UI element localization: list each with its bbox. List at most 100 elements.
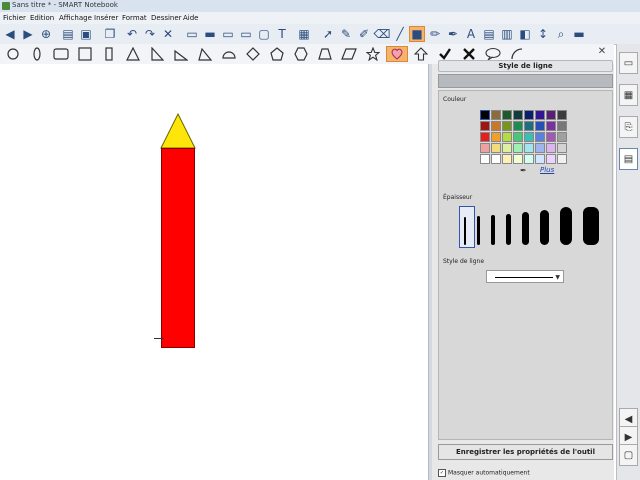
thickness-option[interactable] xyxy=(583,207,599,245)
color-swatch[interactable] xyxy=(535,110,545,120)
text-tool-icon[interactable]: A xyxy=(463,26,479,42)
color-swatch[interactable] xyxy=(557,110,567,120)
line-style-dropdown[interactable]: ▼ xyxy=(486,270,564,283)
forward-icon[interactable]: ▶ xyxy=(20,26,36,42)
thickness-option[interactable] xyxy=(522,212,529,245)
attachments-tab[interactable]: ⎘ xyxy=(619,116,638,138)
save-icon[interactable]: ▣ xyxy=(78,26,94,42)
color-swatch[interactable] xyxy=(513,110,523,120)
auto-hide-option[interactable]: ✓ Masquer automatiquement xyxy=(438,469,530,477)
page-sorter-tab[interactable]: ▭ xyxy=(619,52,638,74)
save-tool-properties-button[interactable]: Enregistrer les propriétés de l'outil xyxy=(438,444,613,460)
add-page-icon[interactable]: ⊕ xyxy=(38,26,54,42)
color-swatch[interactable] xyxy=(502,121,512,131)
menu-affichage[interactable]: Affichage xyxy=(59,14,92,22)
color-swatch[interactable] xyxy=(502,143,512,153)
fill-effects-tab[interactable] xyxy=(438,74,613,88)
fill-icon[interactable]: ✒ xyxy=(445,26,461,42)
color-swatch[interactable] xyxy=(491,143,501,153)
color-swatch[interactable] xyxy=(546,121,556,131)
color-swatch[interactable] xyxy=(480,154,490,164)
shape-tall-rect-icon[interactable] xyxy=(98,46,120,62)
color-swatch[interactable] xyxy=(557,143,567,153)
color-swatch[interactable] xyxy=(557,121,567,131)
line-icon[interactable]: ╱ xyxy=(392,26,408,42)
shape-parallelogram-icon[interactable] xyxy=(338,46,360,62)
color-swatch[interactable] xyxy=(513,143,523,153)
table-icon[interactable]: ▦ xyxy=(296,26,312,42)
back-icon[interactable]: ◀ xyxy=(2,26,18,42)
line-style-tab[interactable]: Style de ligne xyxy=(438,60,613,72)
drawn-triangle[interactable] xyxy=(160,113,196,149)
thickness-option[interactable] xyxy=(540,210,549,245)
move-toolbar-icon[interactable]: ↕ xyxy=(535,26,551,42)
drawn-rectangle[interactable] xyxy=(161,148,195,348)
thickness-option[interactable] xyxy=(491,215,495,245)
shape-triangle-icon[interactable] xyxy=(122,46,144,62)
shape-hexagon-icon[interactable] xyxy=(290,46,312,62)
magnifier-icon[interactable]: ⌕ xyxy=(553,26,569,42)
open-folder-icon[interactable]: ▤ xyxy=(60,26,76,42)
color-swatch[interactable] xyxy=(524,132,534,142)
shape-right-triangle-icon[interactable] xyxy=(146,46,168,62)
color-swatch[interactable] xyxy=(524,121,534,131)
shape-semicircle-icon[interactable] xyxy=(218,46,240,62)
color-swatch[interactable] xyxy=(524,143,534,153)
paste-icon[interactable]: ❐ xyxy=(102,26,118,42)
select-icon[interactable]: ➚ xyxy=(320,26,336,42)
color-swatch[interactable] xyxy=(535,121,545,131)
color-swatch[interactable] xyxy=(491,110,501,120)
redo-icon[interactable]: ↷ xyxy=(142,26,158,42)
color-swatch[interactable] xyxy=(513,121,523,131)
magic-pen-icon[interactable]: ✏ xyxy=(427,26,443,42)
shape-rounded-rect-icon[interactable] xyxy=(50,46,72,62)
shape-obtuse-triangle-icon[interactable] xyxy=(194,46,216,62)
shape-square-icon[interactable] xyxy=(74,46,96,62)
gallery-tab[interactable]: ▦ xyxy=(619,84,638,106)
auto-hide-checkbox[interactable]: ✓ xyxy=(438,469,446,477)
pen-icon[interactable]: ✎ xyxy=(338,26,354,42)
color-swatch[interactable] xyxy=(557,132,567,142)
shape-diamond-icon[interactable] xyxy=(242,46,264,62)
more-colors-link[interactable]: Plus xyxy=(540,166,554,174)
color-swatch[interactable] xyxy=(546,154,556,164)
shape-pentagon-icon[interactable] xyxy=(266,46,288,62)
shape-arrow-up-icon[interactable] xyxy=(410,46,432,62)
close-panel-icon[interactable]: ✕ xyxy=(596,46,608,58)
shape-heart-icon[interactable] xyxy=(386,46,408,62)
color-swatch[interactable] xyxy=(502,154,512,164)
page-sorter-icon[interactable]: ▥ xyxy=(499,26,515,42)
color-swatch[interactable] xyxy=(546,143,556,153)
color-swatch[interactable] xyxy=(535,154,545,164)
shape-circle-icon[interactable] xyxy=(2,46,24,62)
text-toolbar-icon[interactable]: T xyxy=(274,26,290,42)
color-swatch[interactable] xyxy=(491,132,501,142)
color-swatch[interactable] xyxy=(524,110,534,120)
creative-pen-icon[interactable]: ✐ xyxy=(356,26,372,42)
shape-flat-triangle-icon[interactable] xyxy=(170,46,192,62)
delete-icon[interactable]: ✕ xyxy=(160,26,176,42)
menu-dessiner[interactable]: Dessiner xyxy=(151,14,182,22)
color-swatch[interactable] xyxy=(535,143,545,153)
menu-format[interactable]: Format xyxy=(122,14,147,22)
undo-icon[interactable]: ↶ xyxy=(124,26,140,42)
color-swatch[interactable] xyxy=(557,154,567,164)
shape-ellipse-icon[interactable] xyxy=(26,46,48,62)
menu-inserer[interactable]: Insérer xyxy=(94,14,118,22)
color-swatch[interactable] xyxy=(546,110,556,120)
color-swatch[interactable] xyxy=(480,143,490,153)
thickness-option[interactable] xyxy=(464,217,466,245)
properties-tab[interactable]: ▤ xyxy=(619,148,638,170)
menu-edition[interactable]: Edition xyxy=(30,14,54,22)
thickness-option[interactable] xyxy=(506,214,511,245)
color-swatch[interactable] xyxy=(502,132,512,142)
color-swatch[interactable] xyxy=(491,121,501,131)
menu-aide[interactable]: Aide xyxy=(183,14,198,22)
thickness-option[interactable] xyxy=(560,207,572,245)
collapse-tab[interactable]: ▢ xyxy=(619,444,638,466)
color-swatch[interactable] xyxy=(502,110,512,120)
color-swatch[interactable] xyxy=(513,154,523,164)
color-swatch[interactable] xyxy=(480,121,490,131)
color-swatch[interactable] xyxy=(491,154,501,164)
screen-capture-icon[interactable]: ▭ xyxy=(220,26,236,42)
